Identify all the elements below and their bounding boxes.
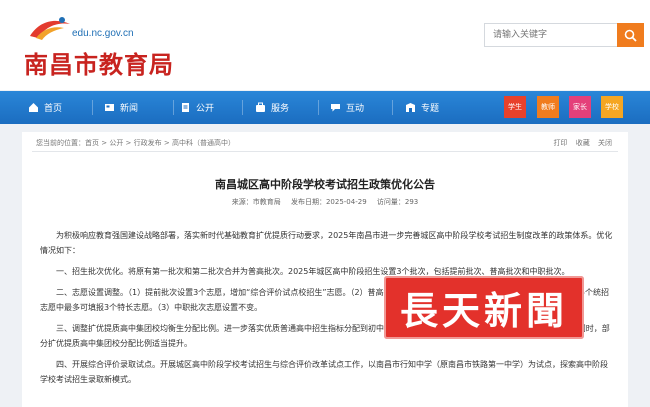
- nav-item-home[interactable]: 首页: [28, 91, 62, 124]
- news-icon: [104, 102, 115, 113]
- article-meta: 来源：市教育局 发布日期：2025-04-29 访问量：293: [22, 197, 628, 207]
- site-title: 南昌市教育局: [24, 51, 174, 79]
- article-date: 发布日期：2025-04-29: [290, 198, 367, 206]
- search-box: [484, 23, 644, 47]
- nav-divider: [92, 100, 93, 115]
- nav-item-label: 专题: [421, 104, 440, 114]
- logo-emblem-icon: [30, 17, 70, 40]
- nav-item-news[interactable]: 新闻: [104, 91, 138, 124]
- favorite-link[interactable]: 收藏: [576, 139, 590, 147]
- search-button[interactable]: [617, 23, 644, 47]
- changtian-news-watermark: 長天新聞: [384, 276, 584, 339]
- article-title: 南昌城区高中阶段学校考试招生政策优化公告: [215, 178, 435, 191]
- article-views: 访问量：293: [376, 198, 419, 206]
- nav-item-label: 互动: [346, 104, 365, 114]
- topic-icon: [405, 102, 416, 113]
- close-link[interactable]: 关闭: [598, 139, 612, 147]
- nav-item-label: 新闻: [120, 104, 139, 114]
- site-domain: edu.nc.gov.cn: [72, 28, 134, 39]
- article-tools: 打印 收藏 关闭: [548, 138, 612, 148]
- audience-parent-tab[interactable]: 家长: [569, 96, 591, 118]
- service-icon: [255, 102, 266, 113]
- nav-divider: [242, 100, 243, 115]
- chat-icon: [330, 102, 341, 113]
- document-icon: [180, 102, 191, 113]
- search-input[interactable]: [485, 24, 617, 46]
- nav-divider: [318, 100, 319, 115]
- nav-divider: [173, 100, 174, 115]
- nav-item-service[interactable]: 服务: [255, 91, 289, 124]
- print-link[interactable]: 打印: [554, 139, 568, 147]
- search-icon: [624, 29, 637, 42]
- audience-school-tab[interactable]: 学校: [601, 96, 623, 118]
- nav-item-label: 首页: [44, 104, 63, 114]
- nav-item-label: 公开: [196, 104, 215, 114]
- article-paragraph: 四、开展综合评价录取试点。开展城区高中阶段学校考试招生与综合评价改革试点工作，以…: [40, 360, 608, 384]
- article-paragraph: 为积极响应教育强国建设战略部署，落实新时代基础教育扩优提质行动要求，2025年南…: [40, 231, 613, 255]
- nav-item-topic[interactable]: 专题: [405, 91, 439, 124]
- audience-teacher-tab[interactable]: 教师: [537, 96, 559, 118]
- breadcrumb[interactable]: 您当前的位置：首页 > 公开 > 行政发布 > 高中科（普通高中）: [36, 138, 235, 148]
- nav-item-label: 服务: [271, 104, 290, 114]
- article-card: 您当前的位置：首页 > 公开 > 行政发布 > 高中科（普通高中） 打印 收藏 …: [22, 132, 628, 407]
- nav-item-interact[interactable]: 互动: [330, 91, 364, 124]
- site-logo[interactable]: edu.nc.gov.cn 南昌市教育局: [24, 10, 174, 79]
- nav-divider: [392, 100, 393, 115]
- site-header: edu.nc.gov.cn 南昌市教育局: [0, 0, 650, 90]
- article-source: 来源：市教育局: [231, 198, 281, 206]
- divider: [32, 151, 618, 152]
- home-icon: [28, 102, 39, 113]
- audience-student-tab[interactable]: 学生: [504, 96, 526, 118]
- nav-item-public[interactable]: 公开: [180, 91, 214, 124]
